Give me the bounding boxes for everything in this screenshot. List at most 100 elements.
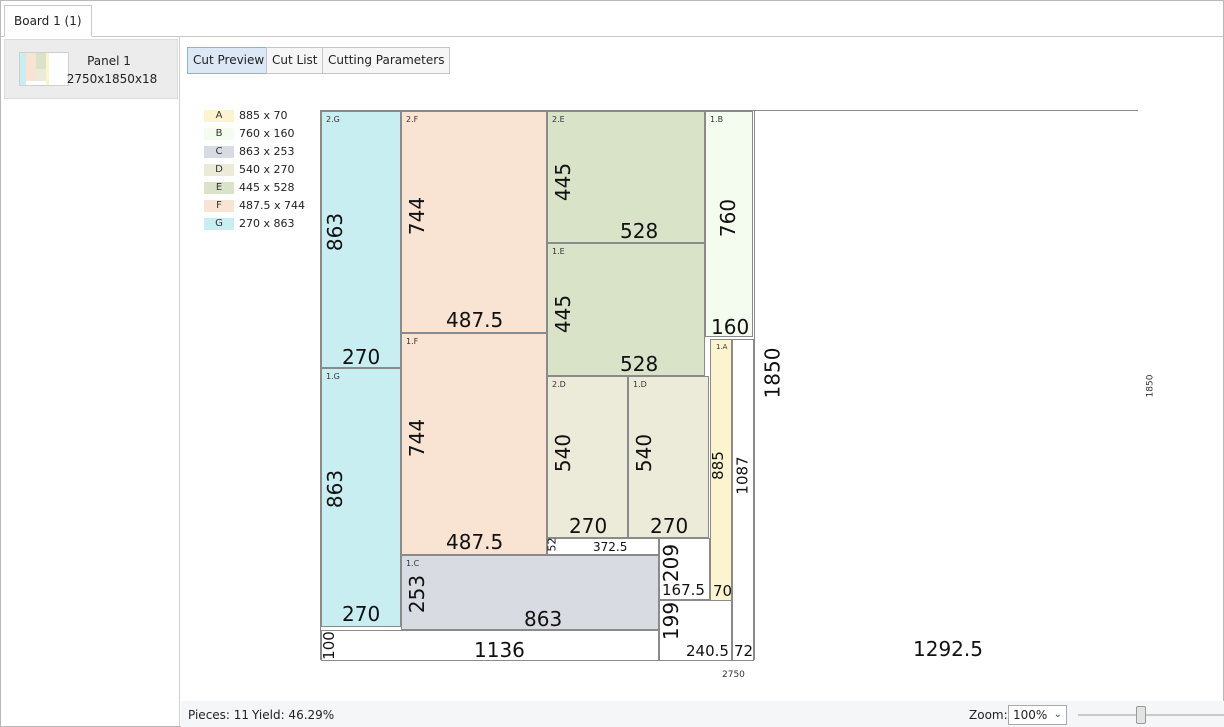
legend-label: 863 x 253 [239,145,295,158]
piece-width-label: 863 [524,607,563,631]
piece-width-label: 528 [620,352,659,376]
status-bar: Pieces: 11 Yield: 46.29% Zoom: 100% ⌄ [181,701,1224,727]
piece-tag: 2.E [552,115,565,124]
piece-width-label: 270 [569,514,608,538]
waste-width-label: 167.5 [662,581,705,599]
legend-item: F 487.5 x 744 [204,199,334,213]
legend-label: 540 x 270 [239,163,295,176]
piece-height-label: 744 [405,196,430,236]
legend-swatch: F [204,200,234,212]
legend-swatch: B [204,128,234,140]
piece-height-label: 760 [716,198,741,238]
piece-tag: 1.E [552,247,565,256]
piece-tag: 1.D [633,380,647,389]
waste-region: 100 1136 [320,630,659,661]
cut-preview-board: 2.G 863 270 1.G 863 270 2.F 744 487.5 1.… [320,110,1138,661]
piece-tag: 2.F [406,115,419,124]
app-window: Board 1 (1) Panel 1 2750x1850x18 Cut Pre… [0,0,1224,727]
piece-width-label: 487.5 [446,308,504,332]
piece-tag: 1.C [406,559,420,568]
piece-height-label: 863 [323,469,348,509]
waste-width-label: 1292.5 [913,637,983,661]
waste-width-label: 72 [734,642,754,660]
zoom-label: Zoom: [969,708,1008,722]
piece-height-label: 885 [708,451,727,480]
piece-1f[interactable]: 1.F 744 487.5 [401,333,547,555]
waste-region: 1087 72 [732,339,754,661]
piece-1b[interactable]: 1.B 760 160 [705,111,753,337]
piece-1c[interactable]: 1.C 253 863 [401,555,659,630]
panel-name: Panel 1 [87,54,131,68]
zoom-slider-track[interactable] [1078,714,1224,716]
legend-swatch: A [204,110,234,122]
piece-tag: 2.D [552,380,566,389]
piece-1g[interactable]: 1.G 863 270 [321,368,401,627]
sidebar-item-panel-1[interactable]: Panel 1 2750x1850x18 [4,39,178,99]
legend-item: A 885 x 70 [204,109,334,123]
sidebar: Panel 1 2750x1850x18 [1,37,180,726]
panel-dimensions: 2750x1850x18 [66,72,158,86]
yield-value: Yield: 46.29% [252,708,335,722]
legend-item: B 760 x 160 [204,127,334,141]
waste-height-label: 1850 [760,347,785,399]
cutting-parameters-button[interactable]: Cutting Parameters [322,47,451,74]
piece-1e[interactable]: 1.E 445 528 [547,243,705,376]
legend-item: E 445 x 528 [204,181,334,195]
waste-region: 209 167.5 [659,538,710,600]
piece-tag: 1.F [406,337,419,346]
waste-height-label: 52 [545,537,559,552]
piece-height-label: 540 [551,433,576,473]
legend-label: 445 x 528 [239,181,295,194]
cut-list-button[interactable]: Cut List [266,47,324,74]
piece-2f[interactable]: 2.F 744 487.5 [401,111,547,333]
piece-width-label: 70 [713,582,733,600]
legend-swatch: C [204,146,234,158]
piece-height-label: 445 [551,162,576,202]
piece-width-label: 270 [342,345,381,369]
waste-width-label: 240.5 [686,642,729,660]
piece-width-label: 270 [650,514,689,538]
piece-tag: 1.B [710,115,724,124]
tab-board-1[interactable]: Board 1 (1) [4,5,92,37]
piece-1d[interactable]: 1.D 540 270 [628,376,709,538]
board-height-label: 1850 [1145,374,1156,398]
legend-item: G 270 x 863 [204,217,334,231]
piece-tag: 1.A [716,343,728,351]
legend-swatch: G [204,218,234,230]
legend-label: 885 x 70 [239,109,288,122]
zoom-slider-thumb[interactable] [1136,706,1146,724]
piece-width-label: 528 [620,219,659,243]
legend-swatch: E [204,182,234,194]
piece-height-label: 445 [551,294,576,334]
piece-2d[interactable]: 2.D 540 270 [547,376,628,538]
legend-label: 760 x 160 [239,127,295,140]
legend-label: 270 x 863 [239,217,295,230]
waste-height-label: 199 [659,601,684,641]
tab-bar: Board 1 (1) [1,1,1223,37]
piece-tag: 2.G [326,115,340,124]
waste-region: 52 372.5 [545,537,659,555]
waste-height-label: 1087 [733,456,752,495]
piece-1a[interactable]: 1.A 885 70 [708,339,733,601]
piece-2e[interactable]: 2.E 445 528 [547,111,705,243]
legend-swatch: D [204,164,234,176]
pieces-count: Pieces: 11 [188,708,250,722]
cut-preview-button[interactable]: Cut Preview [187,47,271,74]
legend-item: D 540 x 270 [204,163,334,177]
waste-height-label: 209 [659,543,684,583]
waste-region: 1850 1292.5 [754,111,1138,660]
zoom-value: 100% [1013,708,1048,722]
piece-height-label: 253 [405,574,430,614]
piece-height-label: 863 [323,212,348,252]
piece-tag: 1.G [326,372,340,381]
piece-height-label: 540 [632,433,657,473]
piece-2g[interactable]: 2.G 863 270 [321,111,401,368]
chevron-down-icon: ⌄ [1053,709,1062,720]
legend-label: 487.5 x 744 [239,199,305,212]
waste-region: 199 240.5 [659,600,732,661]
piece-width-label: 487.5 [446,530,504,554]
piece-width-label: 160 [711,315,750,339]
panel-thumbnail [19,52,69,86]
piece-width-label: 270 [342,602,381,626]
zoom-dropdown[interactable]: 100% ⌄ [1008,705,1067,725]
